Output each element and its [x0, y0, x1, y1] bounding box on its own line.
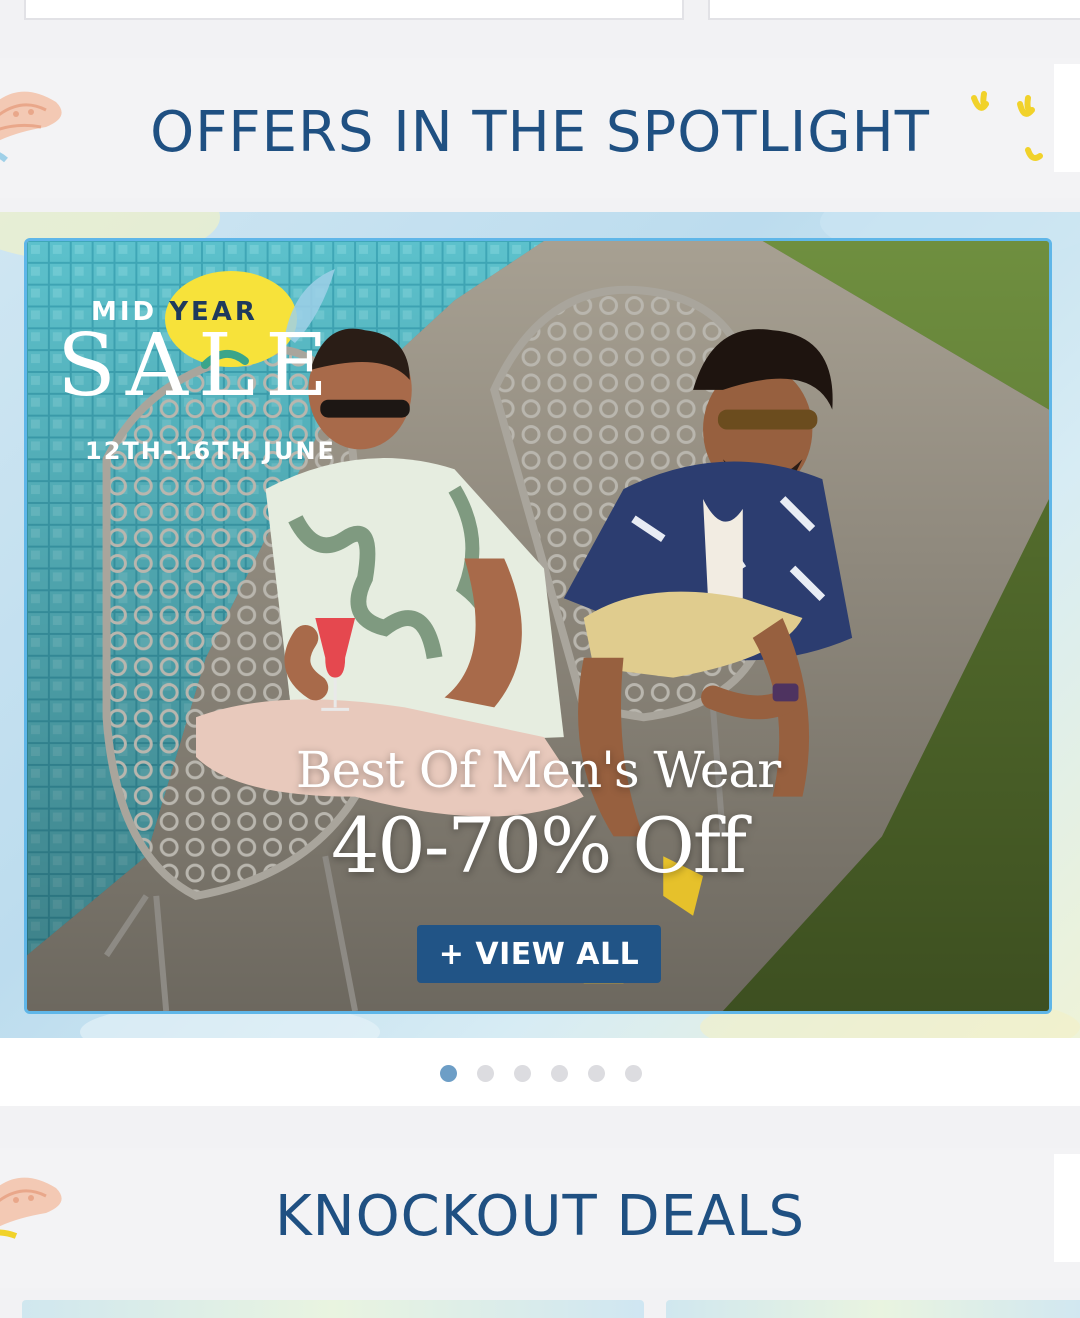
leaf-sprig-icon	[971, 91, 1043, 161]
deal-cards	[0, 1298, 1080, 1318]
carousel-dot[interactable]	[514, 1065, 531, 1082]
view-all-button[interactable]: + VIEW ALL	[417, 925, 661, 983]
deal-card[interactable]	[666, 1300, 1080, 1318]
side-panel-edge	[1054, 64, 1080, 172]
side-panel-edge	[1054, 1154, 1080, 1262]
sale-dates: 12TH-16TH JUNE	[85, 437, 336, 465]
carousel-dot[interactable]	[440, 1065, 457, 1082]
sale-word: SALE	[57, 316, 338, 416]
carousel-dot[interactable]	[625, 1065, 642, 1082]
knockout-header: KNOCKOUT DEALS	[0, 1148, 1080, 1288]
deal-card[interactable]	[22, 1300, 644, 1318]
carousel-dot[interactable]	[588, 1065, 605, 1082]
mid-year-sale-logo: MID YEAR SALE 12TH-16TH JUNE	[43, 259, 343, 465]
offer-carousel[interactable]: MID YEAR SALE 12TH-16TH JUNE Best Of Men…	[0, 212, 1080, 1038]
top-product-cards	[0, 0, 1080, 22]
product-card[interactable]	[708, 0, 1080, 20]
section-title: OFFERS IN THE SPOTLIGHT	[150, 100, 930, 165]
banner-headline: Best Of Men's Wear	[295, 741, 781, 799]
carousel-pagination	[0, 1038, 1080, 1106]
spotlight-header: OFFERS IN THE SPOTLIGHT	[0, 58, 1080, 198]
carousel-dot[interactable]	[551, 1065, 568, 1082]
offer-banner[interactable]: MID YEAR SALE 12TH-16TH JUNE Best Of Men…	[24, 238, 1052, 1014]
section-title: KNOCKOUT DEALS	[274, 1184, 806, 1249]
banner-discount: 40-70% Off	[330, 801, 747, 890]
product-card[interactable]	[24, 0, 684, 20]
carousel-dot[interactable]	[477, 1065, 494, 1082]
